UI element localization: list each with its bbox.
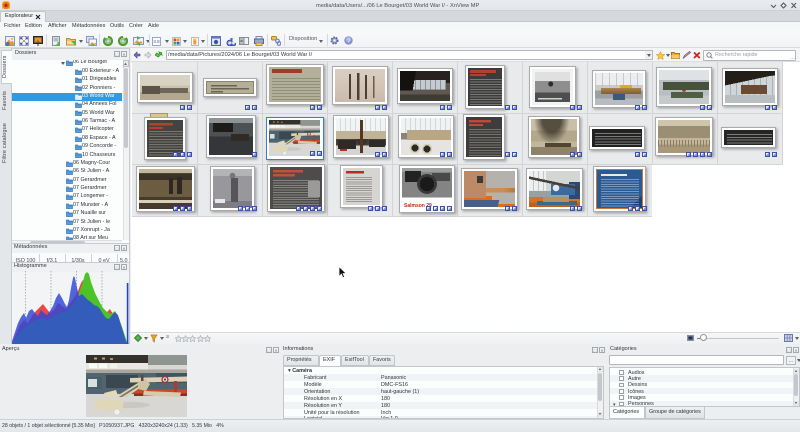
- svg-text:3.8: 3.8: [153, 39, 160, 44]
